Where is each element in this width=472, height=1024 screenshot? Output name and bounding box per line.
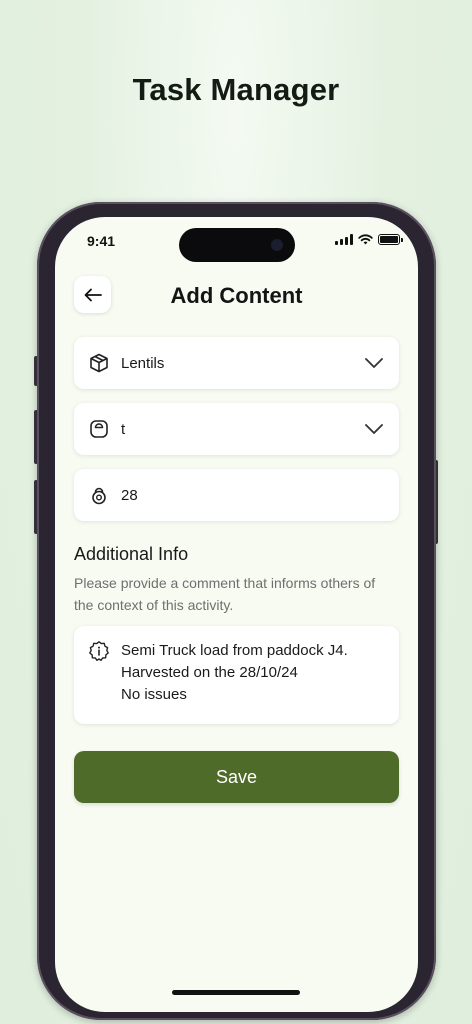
chevron-down-icon <box>365 358 383 368</box>
additional-info-title: Additional Info <box>74 544 189 564</box>
battery-icon <box>378 234 403 245</box>
unit-value: t <box>121 420 126 438</box>
page-title: Add Content <box>170 283 303 308</box>
quantity-value: 28 <box>121 486 138 504</box>
dynamic-island <box>179 228 295 262</box>
chevron-down-icon <box>365 424 383 434</box>
kettlebell-icon <box>88 484 110 506</box>
wifi-icon <box>358 234 373 245</box>
weight-icon <box>88 418 110 440</box>
quantity-input[interactable]: 28 <box>74 469 399 521</box>
home-indicator <box>172 990 300 995</box>
comment-text: Semi Truck load from paddock J4. Harvest… <box>121 640 348 724</box>
status-icons <box>335 234 403 245</box>
comment-line: Semi Truck load from paddock J4. <box>121 642 348 659</box>
box-icon <box>88 352 110 374</box>
comment-field[interactable]: Semi Truck load from paddock J4. Harvest… <box>74 626 399 724</box>
status-time: 9:41 <box>87 233 116 249</box>
save-button[interactable]: Save <box>74 751 399 803</box>
crop-select[interactable]: Lentils <box>74 337 399 389</box>
status-bar: 9:41 <box>55 217 418 265</box>
crop-value: Lentils <box>121 354 165 372</box>
unit-select[interactable]: t <box>74 403 399 455</box>
comment-line: No issues <box>121 686 187 703</box>
additional-info-subtitle: Please provide a comment that informs ot… <box>74 575 376 613</box>
phone-screen: 9:41 Add Content Lentils t 28 Additional… <box>55 217 418 1012</box>
info-badge-icon <box>88 640 110 662</box>
promo-title: Task Manager <box>132 72 340 107</box>
comment-line: Harvested on the 28/10/24 <box>121 664 298 681</box>
cellular-signal-icon <box>335 234 353 245</box>
